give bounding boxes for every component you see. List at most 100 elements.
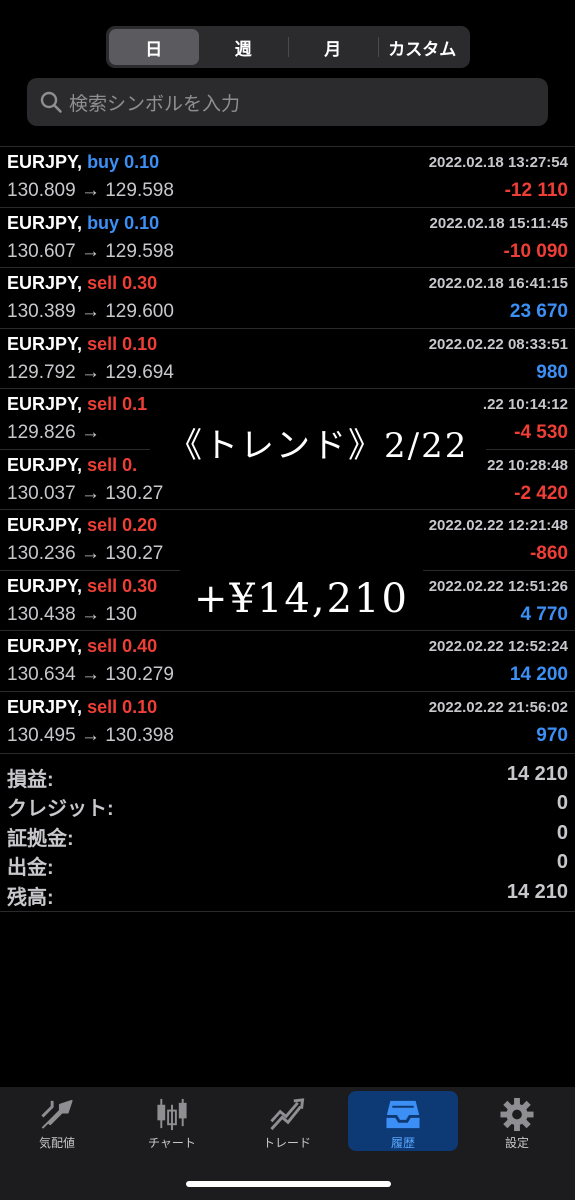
summary-value: 0	[556, 851, 568, 874]
trade-side: sell	[87, 273, 118, 293]
trade-prices: 130.495 → 130.398	[7, 724, 174, 746]
summary-label: クレジット:	[7, 798, 114, 821]
trade-row[interactable]: EURJPY, sell 0.10 2022.02.22 21:56:02 130.…	[0, 690, 575, 752]
tab-trade[interactable]: トレード	[232, 1091, 342, 1151]
trade-profit: -4 530	[514, 422, 568, 443]
summary-label: 損益:	[7, 769, 54, 791]
trade-row[interactable]: EURJPY, buy 0.10 2022.02.18 15:11:45 130.6…	[0, 206, 575, 268]
trade-row[interactable]: EURJPY, buy 0.10 2022.02.18 13:27:54 130.8…	[0, 146, 575, 207]
trade-profit: -2 420	[514, 482, 568, 504]
trade-volume: 0.10	[122, 696, 158, 717]
symbol-name: EURJPY,	[7, 394, 83, 414]
segment-week[interactable]: 週	[199, 29, 289, 65]
summary-value: 0	[556, 792, 568, 815]
trade-row[interactable]: EURJPY, sell 0.10 2022.02.22 08:33:51 129.…	[0, 327, 575, 389]
segment-custom[interactable]: カスタム	[377, 29, 468, 65]
trade-prices: 130.236 → 130.27	[7, 543, 164, 564]
trade-volume: 0.40	[122, 636, 158, 656]
trade-volume: 0.20	[122, 515, 158, 535]
trade-symbol: EURJPY, sell 0.1	[7, 394, 147, 415]
trade-volume: 0.1	[122, 394, 148, 414]
symbol-name: EURJPY,	[7, 152, 83, 172]
trade-symbol: EURJPY, buy 0.10	[7, 152, 159, 173]
summary-row: 残高: 14 210	[0, 879, 575, 909]
tab-label: 履歴	[390, 1136, 415, 1150]
trade-time: 2022.02.22 12:51:26	[428, 577, 568, 595]
trade-profit: -10 090	[503, 240, 568, 262]
segment-day[interactable]: 日	[109, 29, 199, 65]
symbol-name: EURJPY,	[7, 333, 83, 354]
summary-divider	[0, 911, 575, 912]
trade-symbol: EURJPY, sell 0.	[7, 455, 137, 476]
tab-label: チャート	[148, 1136, 196, 1150]
summary-row: クレジット: 0	[0, 790, 575, 821]
trade-volume: 0.30	[122, 273, 158, 293]
tab-label: 設定	[504, 1136, 529, 1150]
trade-symbol: EURJPY, sell 0.20	[7, 515, 157, 536]
summary-value: 14 210	[506, 763, 568, 785]
trade-prices: 130.438 → 130	[7, 603, 137, 625]
symbol-name: EURJPY,	[7, 273, 83, 293]
trade-volume: 0.10	[122, 333, 158, 354]
trade-row[interactable]: EURJPY, sell 0.40 2022.02.22 12:52:24 130.…	[0, 630, 575, 691]
symbol-name: EURJPY,	[7, 636, 83, 656]
trade-prices: 129.792 → 129.694	[7, 361, 174, 383]
trade-side: buy	[87, 212, 120, 233]
trade-prices: 130.389 → 129.600	[7, 301, 174, 322]
symbol-name: EURJPY,	[7, 515, 83, 535]
tab-settings[interactable]: 設定	[462, 1091, 572, 1151]
tab-quotes[interactable]: 気配値	[2, 1091, 112, 1151]
summary-row: 損益: 14 210	[0, 761, 575, 791]
trade-row[interactable]: EURJPY, sell 0.20 2022.02.22 12:21:48 130.…	[0, 509, 575, 570]
chart-icon	[157, 1098, 187, 1131]
tab-chart[interactable]: チャート	[117, 1091, 227, 1151]
trade-symbol: EURJPY, sell 0.30	[7, 576, 157, 597]
trade-time: .22 10:14:12	[482, 396, 568, 413]
summary-row: 出金: 0	[0, 849, 575, 879]
trade-side: sell	[87, 636, 118, 656]
tab-history[interactable]: 履歴	[348, 1091, 458, 1151]
overlay-amount: +¥14,210	[180, 570, 423, 628]
trade-symbol: EURJPY, sell 0.10	[7, 334, 157, 355]
trade-time: 2022.02.18 13:27:54	[428, 154, 568, 171]
trade-symbol: EURJPY, sell 0.40	[7, 636, 157, 657]
summary-label: 残高:	[7, 886, 54, 909]
symbol-name: EURJPY,	[7, 575, 83, 596]
trade-profit: 4 770	[520, 603, 568, 625]
segment-month[interactable]: 月	[288, 29, 378, 65]
trade-volume: 0.	[122, 454, 138, 475]
trade-icon	[270, 1098, 305, 1131]
trade-prices: 130.634 → 130.279	[7, 664, 174, 685]
summary-value: 14 210	[506, 880, 568, 903]
home-indicator[interactable]	[186, 1181, 391, 1187]
trade-prices: 130.037 → 130.27	[7, 482, 164, 504]
trade-profit: -860	[529, 543, 568, 564]
trade-time: 2022.02.22 08:33:51	[428, 335, 568, 353]
search-icon	[40, 91, 62, 113]
period-segmented-control: 日 週 月 カスタム	[106, 26, 470, 68]
settings-icon	[500, 1097, 534, 1132]
summary-value: 0	[556, 821, 568, 844]
trade-row[interactable]: EURJPY, sell 0.30 2022.02.18 16:41:15 130.…	[0, 267, 575, 328]
overlay-title: 《トレンド》2/22	[150, 410, 487, 475]
trade-time: 2022.02.22 12:21:48	[428, 517, 568, 534]
trade-profit: -12 110	[504, 180, 568, 201]
symbol-name: EURJPY,	[7, 696, 83, 717]
trade-volume: 0.10	[124, 212, 160, 233]
trade-time: 2022.02.22 12:52:24	[428, 638, 568, 655]
symbol-name: EURJPY,	[7, 454, 83, 475]
trade-symbol: EURJPY, sell 0.10	[7, 697, 157, 718]
summary-row: 証拠金: 0	[0, 820, 575, 850]
trade-prices: 130.607 → 129.598	[7, 240, 174, 262]
trade-volume: 0.30	[122, 575, 158, 596]
trade-profit: 23 670	[509, 301, 568, 322]
trade-volume: 0.10	[124, 152, 160, 172]
trade-profit: 14 200	[509, 664, 568, 685]
tab-label: 気配値	[38, 1136, 75, 1150]
trade-time: 2022.02.18 15:11:45	[429, 214, 568, 232]
symbol-search-input[interactable]: 検索シンボルを入力	[27, 78, 548, 126]
quotes-icon	[41, 1099, 73, 1129]
trade-symbol: EURJPY, buy 0.10	[7, 213, 159, 234]
history-icon	[386, 1100, 420, 1129]
trade-prices: 130.809 → 129.598	[7, 180, 174, 201]
